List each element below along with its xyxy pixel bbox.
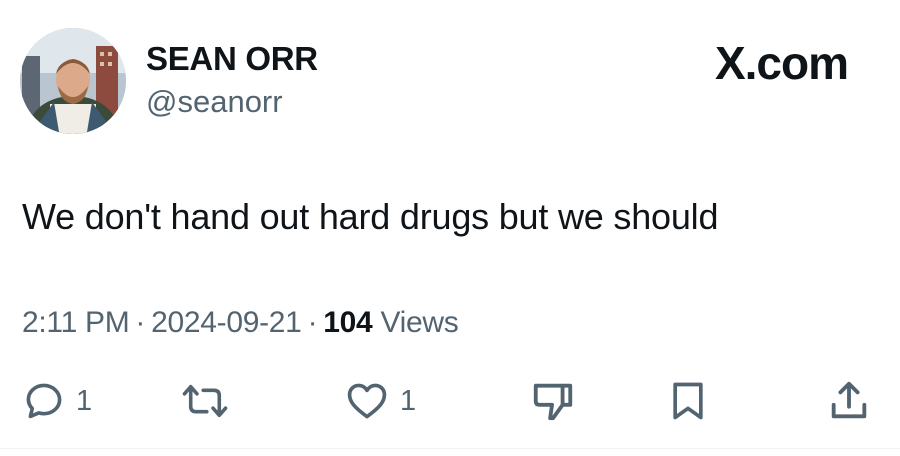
tweet-date[interactable]: 2024-09-21	[151, 306, 302, 339]
retweet-button[interactable]	[180, 376, 240, 426]
bookmark-button[interactable]	[666, 376, 710, 426]
meta-separator: ·	[307, 306, 318, 339]
avatar[interactable]	[20, 28, 126, 134]
tweet-card: SEAN ORR @seanorr X.com We don't hand ou…	[0, 0, 900, 456]
reply-count: 1	[76, 384, 93, 417]
author-display-name[interactable]: SEAN ORR	[146, 40, 318, 78]
reply-icon	[26, 383, 62, 419]
views-label: Views	[380, 306, 459, 339]
avatar-photo	[20, 28, 126, 134]
dislike-button[interactable]	[530, 376, 576, 426]
views-count: 104	[323, 306, 373, 339]
tweet-meta: 2:11 PM · 2024-09-21 · 104 Views	[22, 306, 459, 340]
reply-button[interactable]: 1	[22, 376, 92, 426]
like-button[interactable]: 1	[344, 376, 416, 426]
bookmark-icon	[673, 382, 703, 420]
thumbs-down-icon	[533, 383, 573, 421]
meta-separator: ·	[135, 306, 146, 339]
heart-icon	[347, 383, 387, 419]
brand-logo: X.com	[714, 37, 849, 89]
like-count: 1	[400, 384, 417, 417]
action-bar: 1 1	[0, 376, 900, 426]
share-icon	[831, 381, 867, 419]
share-button[interactable]	[826, 376, 872, 426]
divider	[0, 448, 900, 449]
tweet-text: We don't hand out hard drugs but we shou…	[22, 196, 719, 237]
author-handle[interactable]: @seanorr	[146, 84, 283, 120]
tweet-time[interactable]: 2:11 PM	[22, 306, 130, 339]
retweet-icon	[182, 384, 228, 418]
